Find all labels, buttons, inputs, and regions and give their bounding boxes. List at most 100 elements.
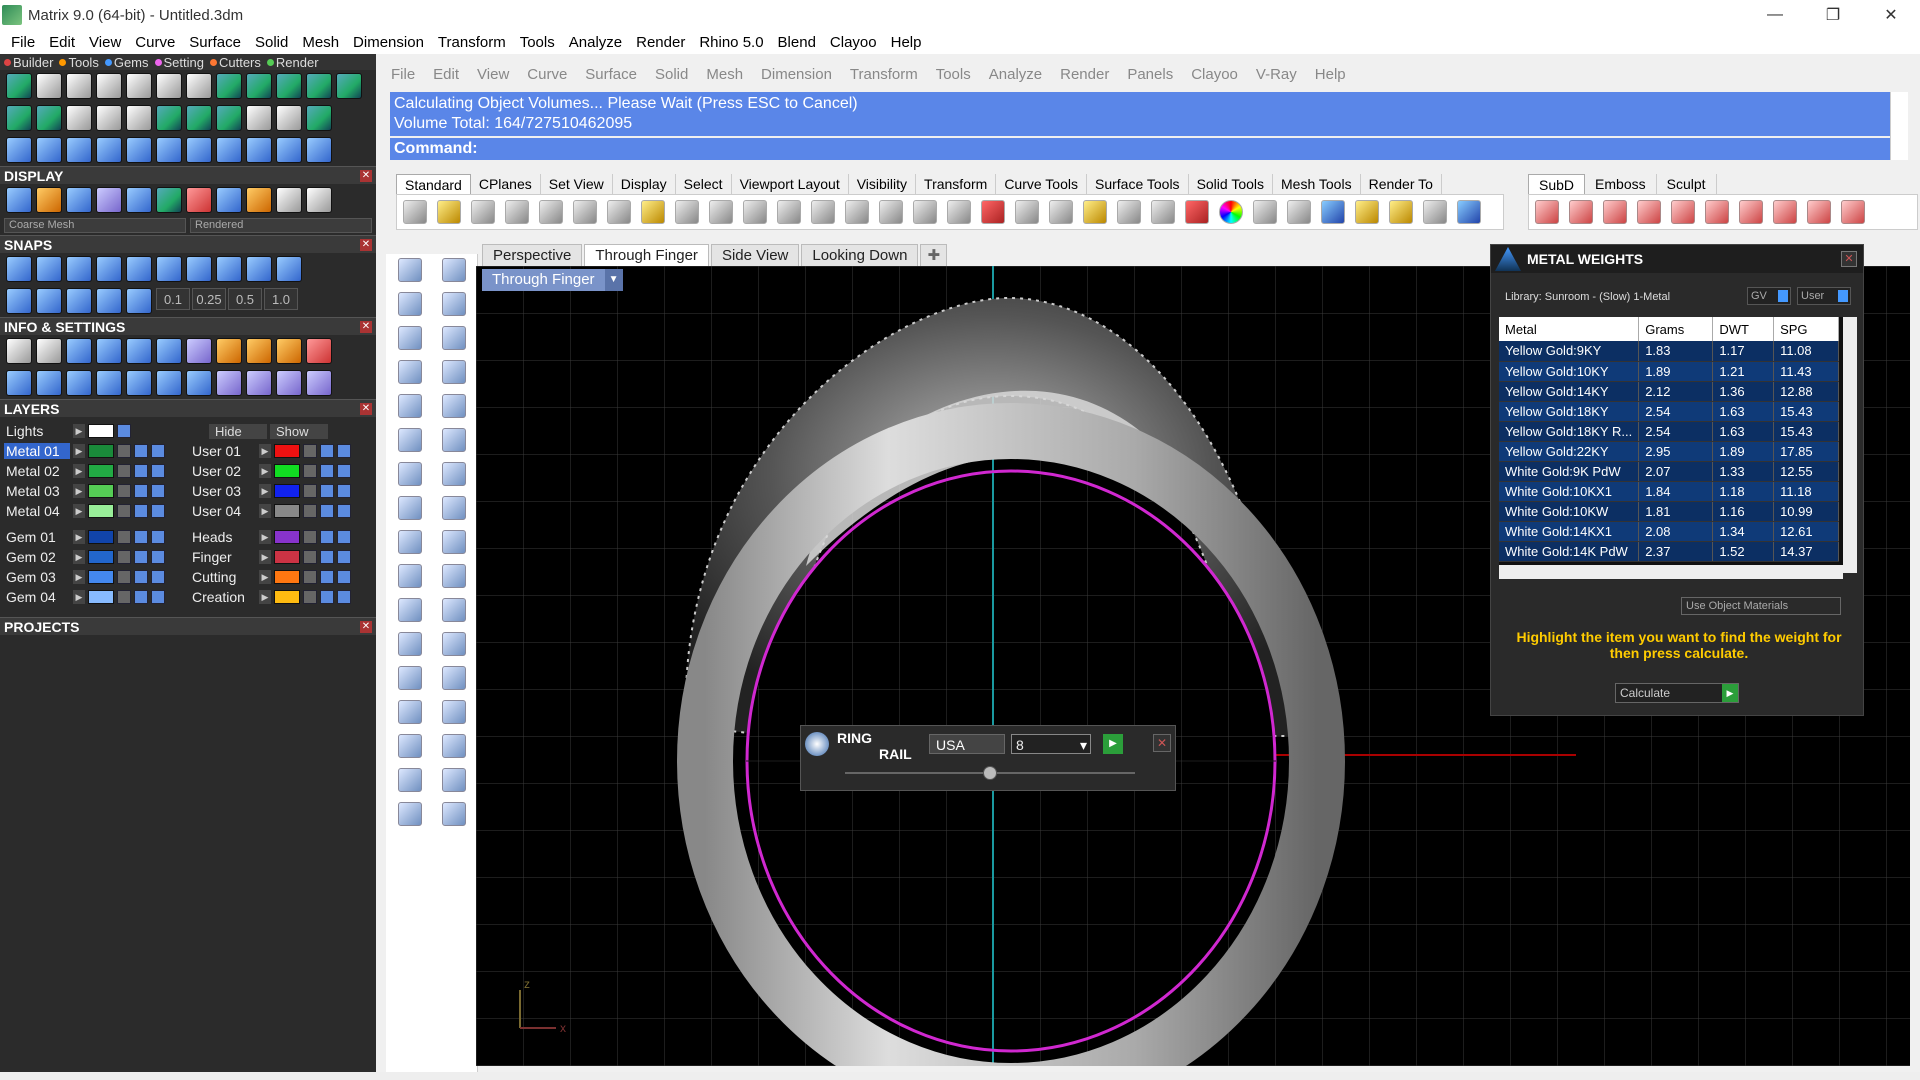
surface-edit-icon[interactable] bbox=[398, 768, 422, 792]
wizard-icon[interactable] bbox=[216, 338, 242, 364]
rhino-menu-vray[interactable]: V-Ray bbox=[1247, 66, 1306, 83]
display-grid-icon[interactable] bbox=[156, 187, 182, 213]
menu-surface[interactable]: Surface bbox=[182, 34, 248, 51]
render-toggle[interactable] bbox=[337, 484, 351, 498]
layer-row[interactable]: Finger ▶ bbox=[190, 547, 376, 567]
menu-render[interactable]: Render bbox=[629, 34, 692, 51]
settings-icon[interactable] bbox=[6, 338, 32, 364]
tab-mesh-tools[interactable]: Mesh Tools bbox=[1273, 174, 1361, 194]
save-icon[interactable] bbox=[471, 200, 495, 224]
layer-color-swatch[interactable] bbox=[274, 504, 300, 518]
visibility-toggle[interactable] bbox=[134, 484, 148, 498]
lock-icon[interactable] bbox=[303, 464, 317, 478]
layer-name[interactable]: Metal 01 bbox=[4, 443, 70, 459]
expand-arrow-icon[interactable]: ▶ bbox=[73, 570, 85, 584]
layer-color-swatch[interactable] bbox=[88, 484, 114, 498]
bail-icon[interactable] bbox=[36, 73, 62, 99]
layer-row[interactable]: User 02 ▶ bbox=[190, 461, 376, 481]
rhino-menu-view[interactable]: View bbox=[468, 66, 518, 83]
solid-edit-icon[interactable] bbox=[398, 700, 422, 724]
viewport-title[interactable]: Through Finger ▼ bbox=[482, 269, 623, 291]
visibility-toggle[interactable] bbox=[134, 590, 148, 604]
render-toggle[interactable] bbox=[151, 570, 165, 584]
ring-size-select[interactable]: 8 bbox=[1011, 734, 1091, 755]
tab-solid-tools[interactable]: Solid Tools bbox=[1189, 174, 1274, 194]
gem-icon[interactable] bbox=[6, 73, 32, 99]
measure-icon[interactable] bbox=[276, 137, 302, 163]
undo-view-icon[interactable] bbox=[913, 200, 937, 224]
expand-arrow-icon[interactable]: ▶ bbox=[259, 550, 271, 564]
head-icon[interactable] bbox=[126, 105, 152, 131]
render-toggle[interactable] bbox=[337, 464, 351, 478]
vertical-scrollbar[interactable] bbox=[1843, 317, 1857, 573]
layer-name[interactable]: Gem 04 bbox=[4, 589, 70, 605]
tab-setting[interactable]: Setting bbox=[155, 55, 204, 70]
ortho-icon[interactable] bbox=[36, 288, 62, 314]
lock-icon[interactable] bbox=[117, 464, 131, 478]
filter-icon[interactable] bbox=[126, 370, 152, 396]
tab-builder[interactable]: Builder bbox=[4, 55, 53, 70]
pen-snap-icon[interactable] bbox=[66, 288, 92, 314]
render-view-icon[interactable] bbox=[126, 187, 152, 213]
render-toggle[interactable] bbox=[151, 550, 165, 564]
menu-solid[interactable]: Solid bbox=[248, 34, 295, 51]
layer-name[interactable]: User 01 bbox=[190, 443, 256, 459]
rotate-view-icon[interactable] bbox=[743, 200, 767, 224]
rhino-menu-clayoo[interactable]: Clayoo bbox=[1182, 66, 1247, 83]
planar-snap-icon[interactable] bbox=[276, 256, 302, 282]
near-snap-icon[interactable] bbox=[36, 256, 62, 282]
render-toggle[interactable] bbox=[151, 444, 165, 458]
layer-row[interactable]: Gem 02 ▶ bbox=[4, 547, 190, 567]
rhino-menu-file[interactable]: File bbox=[382, 66, 424, 83]
tab-tools[interactable]: Tools bbox=[59, 55, 98, 70]
fillet-curve-icon[interactable] bbox=[442, 360, 466, 384]
grid-gem-icon[interactable] bbox=[156, 105, 182, 131]
scale-icon[interactable] bbox=[442, 632, 466, 656]
command-prompt[interactable]: Command: bbox=[390, 138, 1890, 160]
wireframe-icon[interactable] bbox=[6, 187, 32, 213]
visibility-toggle[interactable] bbox=[320, 550, 334, 564]
mesh-quality-select[interactable]: Coarse Mesh bbox=[4, 218, 186, 233]
chevron-down-icon[interactable]: ▼ bbox=[604, 269, 623, 291]
box-icon[interactable] bbox=[398, 428, 422, 452]
point-snap-icon[interactable] bbox=[66, 256, 92, 282]
play-icon[interactable]: ▶ bbox=[1103, 734, 1123, 754]
expand-arrow-icon[interactable]: ▶ bbox=[73, 484, 85, 498]
zoom-window-icon[interactable] bbox=[811, 200, 835, 224]
layer-color-swatch[interactable] bbox=[88, 550, 114, 564]
expand-arrow-icon[interactable]: ▶ bbox=[259, 570, 271, 584]
menu-transform[interactable]: Transform bbox=[431, 34, 513, 51]
close-icon[interactable]: ✕ bbox=[360, 169, 372, 182]
frame-select-icon[interactable] bbox=[246, 338, 272, 364]
layer-row[interactable]: User 01 ▶ bbox=[190, 441, 376, 461]
cut-icon[interactable] bbox=[573, 200, 597, 224]
menu-help[interactable]: Help bbox=[884, 34, 929, 51]
layer-color-swatch[interactable] bbox=[274, 444, 300, 458]
tab-curve-tools[interactable]: Curve Tools bbox=[996, 174, 1087, 194]
tab-sculpt[interactable]: Sculpt bbox=[1657, 174, 1717, 194]
subd-extrude-icon[interactable] bbox=[1671, 200, 1695, 224]
halo-icon[interactable] bbox=[96, 105, 122, 131]
rhino-menu-dimension[interactable]: Dimension bbox=[752, 66, 841, 83]
fillet-edge-icon[interactable] bbox=[398, 598, 422, 622]
visibility-toggle[interactable] bbox=[134, 570, 148, 584]
lock-icon[interactable] bbox=[303, 444, 317, 458]
lock-icon[interactable] bbox=[303, 590, 317, 604]
layer-row[interactable]: Cutting ▶ bbox=[190, 567, 376, 587]
snap-value-0-1[interactable]: 0.1 bbox=[156, 288, 190, 310]
lock-icon[interactable] bbox=[117, 484, 131, 498]
horizontal-scrollbar[interactable] bbox=[1499, 565, 1843, 579]
arc-icon[interactable] bbox=[36, 137, 62, 163]
gv-toggle[interactable]: GV bbox=[1747, 287, 1791, 305]
expand-arrow-icon[interactable]: ▶ bbox=[259, 590, 271, 604]
lights-toggle[interactable] bbox=[117, 424, 131, 438]
prong-icon[interactable] bbox=[96, 73, 122, 99]
spider-copy-icon[interactable] bbox=[276, 370, 302, 396]
delete-icon[interactable] bbox=[306, 338, 332, 364]
polygon-icon[interactable] bbox=[398, 360, 422, 384]
table-row[interactable]: Yellow Gold:18KY R... 2.54 1.63 15.43 bbox=[1499, 421, 1839, 442]
rhino-menu-render[interactable]: Render bbox=[1051, 66, 1118, 83]
silver-sphere-icon[interactable] bbox=[276, 187, 302, 213]
check-icon[interactable] bbox=[442, 768, 466, 792]
rhino-menu-tools[interactable]: Tools bbox=[927, 66, 980, 83]
